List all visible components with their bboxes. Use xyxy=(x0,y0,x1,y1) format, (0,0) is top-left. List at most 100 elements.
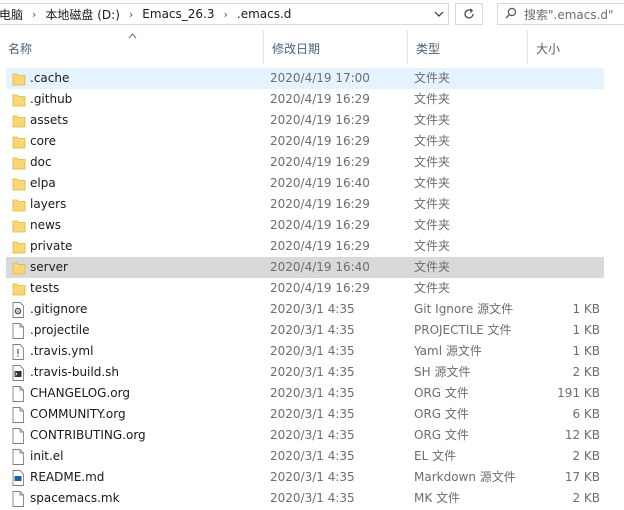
terminal-file-icon xyxy=(12,365,24,381)
file-name[interactable]: spacemacs.mk xyxy=(30,488,120,509)
file-type: EL 文件 xyxy=(414,449,457,463)
file-name[interactable]: doc xyxy=(30,152,52,173)
column-header-date[interactable]: 修改日期 xyxy=(264,30,408,64)
file-date: 2020/3/1 4:35 xyxy=(270,449,355,463)
file-date: 2020/3/1 4:35 xyxy=(270,302,355,316)
address-bar: 电脑 › 本地磁盘 (D:) › Emacs_26.3 › .emacs.d 搜… xyxy=(0,0,624,30)
file-type: ORG 文件 xyxy=(414,407,469,421)
folder-row[interactable]: tests 2020/4/19 16:29 文件夹 xyxy=(6,278,604,299)
file-row[interactable]: CONTRIBUTING.org 2020/3/1 4:35 ORG 文件 12 KB xyxy=(6,425,604,446)
search-input[interactable]: 搜索".emacs.d" xyxy=(524,6,614,23)
file-name[interactable]: COMMUNITY.org xyxy=(30,404,126,425)
file-date: 2020/3/1 4:35 xyxy=(270,323,355,337)
breadcrumb-separator-icon[interactable]: › xyxy=(216,8,236,21)
file-icon xyxy=(12,407,24,423)
file-date: 2020/3/1 4:35 xyxy=(270,386,355,400)
file-name[interactable]: .cache xyxy=(30,68,69,89)
folder-row[interactable]: layers 2020/4/19 16:29 文件夹 xyxy=(6,194,604,215)
file-row[interactable]: COMMUNITY.org 2020/3/1 4:35 ORG 文件 6 KB xyxy=(6,404,604,425)
breadcrumb-separator-icon[interactable]: › xyxy=(24,8,44,21)
file-type: 文件夹 xyxy=(414,239,451,253)
file-row[interactable]: .travis-build.sh 2020/3/1 4:35 SH 源文件 2 KB xyxy=(6,362,604,383)
file-date: 2020/3/1 4:35 xyxy=(270,344,355,358)
file-type: Git Ignore 源文件 xyxy=(414,302,514,316)
file-type: 文件夹 xyxy=(414,113,451,127)
file-name[interactable]: init.el xyxy=(30,446,64,467)
file-name[interactable]: tests xyxy=(30,278,59,299)
file-type: ORG 文件 xyxy=(414,428,469,442)
file-name[interactable]: layers xyxy=(30,194,66,215)
file-type: 文件夹 xyxy=(414,260,451,274)
file-icon xyxy=(12,449,24,465)
file-type: SH 源文件 xyxy=(414,365,471,379)
file-type: 文件夹 xyxy=(414,71,451,85)
folder-row[interactable]: doc 2020/4/19 16:29 文件夹 xyxy=(6,152,604,173)
file-size: 1 KB xyxy=(572,323,600,337)
file-row[interactable]: README.md 2020/3/1 4:35 Markdown 源文件 17 KB xyxy=(6,467,604,488)
file-size: 2 KB xyxy=(572,449,600,463)
file-date: 2020/4/19 16:29 xyxy=(270,92,370,106)
file-row[interactable]: .travis.yml 2020/3/1 4:35 Yaml 源文件 1 KB xyxy=(6,341,604,362)
folder-icon xyxy=(12,92,26,107)
folder-row[interactable]: core 2020/4/19 16:29 文件夹 xyxy=(6,131,604,152)
column-header-type[interactable]: 类型 xyxy=(408,30,528,64)
file-type: Yaml 源文件 xyxy=(414,344,482,358)
folder-icon xyxy=(12,176,26,191)
file-size: 2 KB xyxy=(572,365,600,379)
file-row[interactable]: .projectile 2020/3/1 4:35 PROJECTILE 文件 1 K… xyxy=(6,320,604,341)
breadcrumb[interactable]: 电脑 › 本地磁盘 (D:) › Emacs_26.3 › .emacs.d xyxy=(0,3,449,25)
file-name[interactable]: elpa xyxy=(30,173,56,194)
refresh-button[interactable] xyxy=(455,3,483,25)
file-row[interactable]: spacemacs.mk 2020/3/1 4:35 MK 文件 2 KB xyxy=(6,488,604,509)
file-type: Markdown 源文件 xyxy=(414,470,516,484)
file-name[interactable]: .travis-build.sh xyxy=(30,362,119,383)
folder-row[interactable]: .github 2020/4/19 16:29 文件夹 xyxy=(6,89,604,110)
refresh-icon xyxy=(464,8,474,19)
folder-row[interactable]: .cache 2020/4/19 17:00 文件夹 xyxy=(6,68,604,89)
file-type: 文件夹 xyxy=(414,155,451,169)
file-name[interactable]: .github xyxy=(30,89,72,110)
file-name[interactable]: README.md xyxy=(30,467,104,488)
file-name[interactable]: server xyxy=(30,257,68,278)
column-header-size[interactable]: 大小 xyxy=(528,30,624,64)
file-row[interactable]: .gitignore 2020/3/1 4:35 Git Ignore 源文件 1 K… xyxy=(6,299,604,320)
file-type: 文件夹 xyxy=(414,281,451,295)
folder-row[interactable]: elpa 2020/4/19 16:40 文件夹 xyxy=(6,173,604,194)
file-name[interactable]: assets xyxy=(30,110,68,131)
folder-icon xyxy=(12,281,26,296)
file-date: 2020/3/1 4:35 xyxy=(270,407,355,421)
file-size: 1 KB xyxy=(572,344,600,358)
file-name[interactable]: .projectile xyxy=(30,320,90,341)
breadcrumb-separator-icon[interactable]: › xyxy=(121,8,141,21)
file-name[interactable]: CHANGELOG.org xyxy=(30,383,130,404)
folder-row[interactable]: private 2020/4/19 16:29 文件夹 xyxy=(6,236,604,257)
file-type: PROJECTILE 文件 xyxy=(414,323,512,337)
file-name[interactable]: core xyxy=(30,131,56,152)
breadcrumb-item-emacs[interactable]: Emacs_26.3 xyxy=(141,7,215,21)
file-row[interactable]: init.el 2020/3/1 4:35 EL 文件 2 KB xyxy=(6,446,604,467)
file-name[interactable]: private xyxy=(30,236,72,257)
file-date: 2020/4/19 16:40 xyxy=(270,260,370,274)
folder-row[interactable]: server 2020/4/19 16:40 文件夹 xyxy=(6,257,604,278)
file-type: MK 文件 xyxy=(414,491,461,505)
file-row[interactable]: CHANGELOG.org 2020/3/1 4:35 ORG 文件 191 KB xyxy=(6,383,604,404)
search-icon xyxy=(498,7,524,22)
file-name[interactable]: CONTRIBUTING.org xyxy=(30,425,146,446)
address-history-button[interactable] xyxy=(427,3,451,25)
breadcrumb-item-computer[interactable]: 电脑 xyxy=(0,6,24,23)
file-name[interactable]: news xyxy=(30,215,61,236)
file-icon xyxy=(12,323,24,339)
file-date: 2020/4/19 16:29 xyxy=(270,155,370,169)
file-size: 17 KB xyxy=(564,470,600,484)
file-type: 文件夹 xyxy=(414,134,451,148)
folder-icon xyxy=(12,239,26,254)
breadcrumb-item-current[interactable]: .emacs.d xyxy=(236,7,293,21)
breadcrumb-item-drive[interactable]: 本地磁盘 (D:) xyxy=(44,6,120,23)
file-name[interactable]: .travis.yml xyxy=(30,341,93,362)
folder-row[interactable]: assets 2020/4/19 16:29 文件夹 xyxy=(6,110,604,131)
folder-row[interactable]: news 2020/4/19 16:29 文件夹 xyxy=(6,215,604,236)
file-date: 2020/3/1 4:35 xyxy=(270,365,355,379)
file-name[interactable]: .gitignore xyxy=(30,299,87,320)
file-date: 2020/4/19 16:29 xyxy=(270,239,370,253)
search-box[interactable]: 搜索".emacs.d" xyxy=(497,3,624,25)
